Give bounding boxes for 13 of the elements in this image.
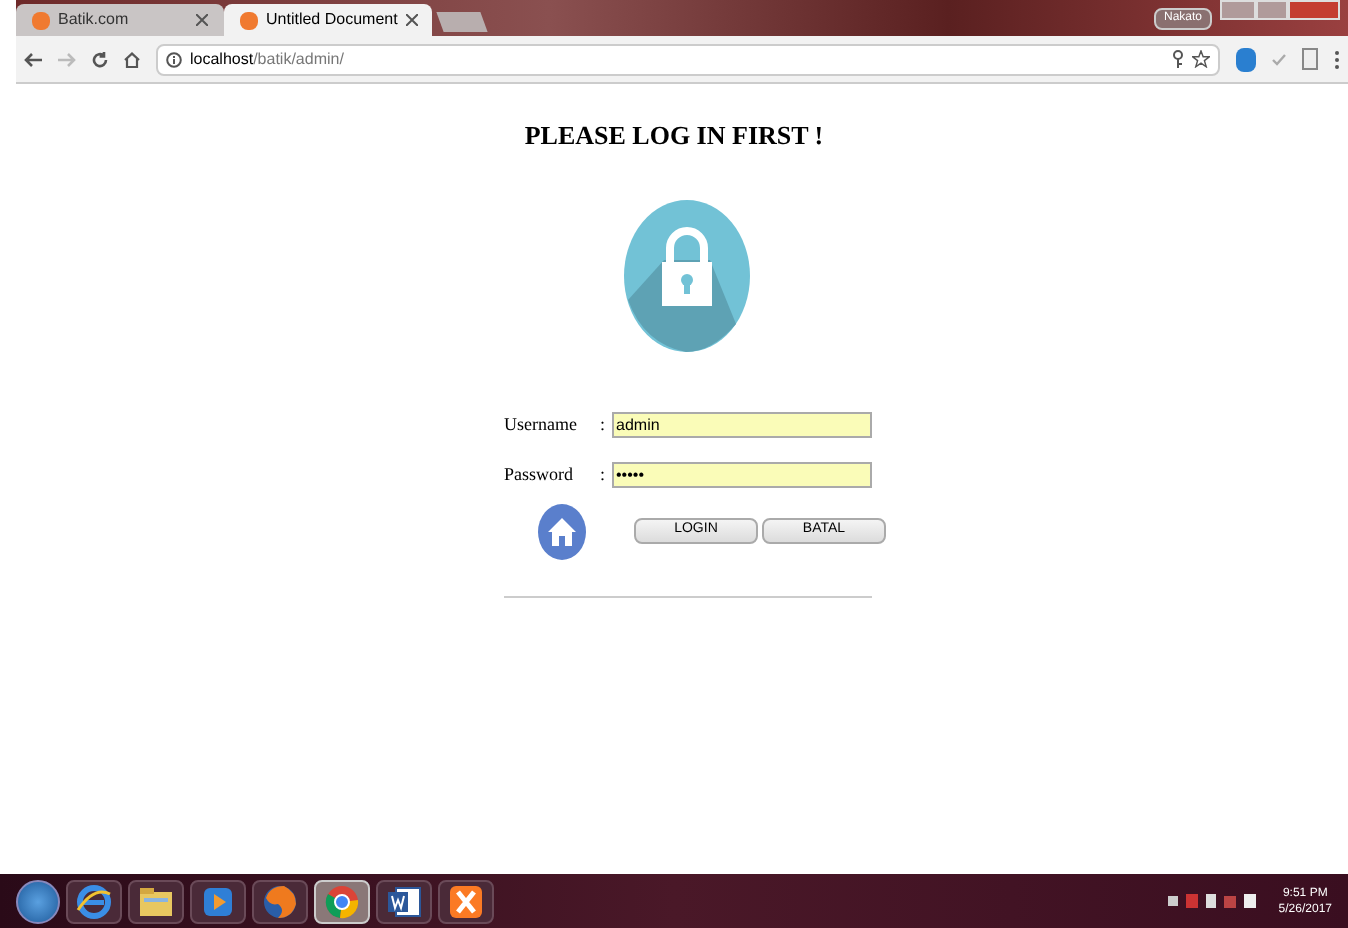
field-label: Username (504, 411, 579, 437)
page-heading: PLEASE LOG IN FIRST ! (524, 118, 824, 154)
input-field[interactable]: ••••• (612, 462, 872, 489)
tab-title: Batik.com (58, 8, 131, 32)
tab-title: Untitled Document (266, 8, 398, 32)
input-field[interactable]: admin (612, 411, 872, 438)
address-text: localhost/batik/admin/ (190, 47, 344, 71)
browser-tab[interactable]: Untitled Document (224, 4, 432, 36)
separator-colon: : (600, 462, 608, 488)
browser-tab[interactable]: Batik.com (16, 4, 224, 36)
field-label: Password (504, 462, 576, 488)
separator-colon: : (600, 411, 608, 437)
address-bar[interactable]: localhost/batik/admin/ (156, 43, 1220, 75)
